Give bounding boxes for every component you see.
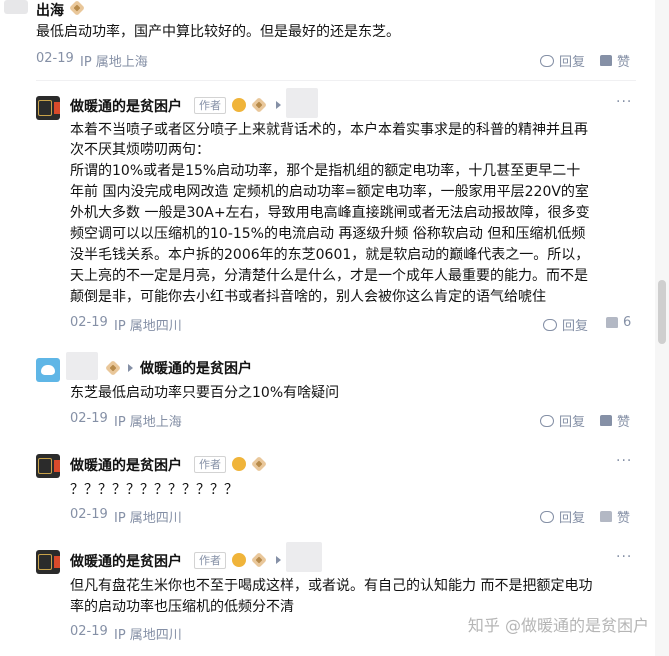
comment-text-line: 天上亮的不一定是月亮，分清楚什么是什么，才是一个成年人最重要的能力。而不是 [70, 268, 588, 284]
like-button[interactable]: 6 [606, 315, 631, 330]
creator-badge-icon [69, 0, 85, 16]
reply-icon [543, 318, 557, 331]
comment-text-line: 最低启动功率，国产中算比较好的。但是最好的还是东芝。 [36, 24, 400, 40]
comment-ip-location: IP 属地四川 [114, 628, 182, 643]
creator-badge-icon [251, 552, 267, 568]
avatar[interactable] [4, 0, 28, 14]
thumbs-up-icon [606, 317, 618, 328]
comment-text-line: 东芝最低启动功率只要百分之10%有啥疑问 [70, 385, 340, 401]
zhihu-watermark: 知乎 @做暖通的是贫困户 [467, 616, 649, 635]
like-button[interactable]: 赞 [600, 51, 630, 70]
reply-to-name[interactable]: 做暖通的是贫困户 [140, 358, 252, 378]
avatar[interactable] [36, 550, 60, 574]
comment-date: 02-19 [70, 315, 108, 330]
comment-date: 02-19 [70, 507, 108, 522]
more-options-icon[interactable]: ··· [616, 453, 632, 469]
thumbs-up-icon [600, 415, 612, 426]
reply-arrow-icon [128, 364, 133, 372]
blurred-user [66, 352, 98, 380]
creator-badge-icon [251, 456, 267, 472]
comment-date: 02-19 [36, 51, 74, 66]
author-tag: 作者 [194, 97, 226, 114]
reply-icon [540, 510, 554, 523]
comment-text-line: 没半毛钱关系。本户拆的2006年的东芝0601，就是软启动的巅峰代表之一。所以， [70, 247, 590, 263]
reply-arrow-icon [276, 101, 281, 109]
comment-text-line: 本着不当喷子或者区分喷子上来就背话术的，本户本着实事求是的科普的精神并且再 [70, 122, 588, 138]
like-count: 6 [623, 315, 632, 330]
gold-badge-icon [232, 457, 246, 471]
comment-text-line: 外机大多数 一般是30A+左右，导致用电高峰直接跳闸或者无法启动报故障，很多变 [70, 205, 590, 221]
like-button[interactable]: 赞 [600, 411, 630, 430]
scrollbar[interactable] [655, 0, 669, 656]
comment-text-line: 颠倒是非，可能你去小红书或者抖音啥的，别人会被你这么肯定的语气给唬住 [70, 289, 546, 305]
author-tag: 作者 [194, 456, 226, 473]
comment-text-line: 频空调可以以压缩机的10-15%的电流启动 再逐级升频 俗称软启动 但和压缩机低… [70, 226, 586, 242]
comment-author-name[interactable]: 出海 [36, 0, 64, 20]
comment-author-name[interactable]: 做暖通的是贫困户 [70, 96, 182, 116]
reply-icon [540, 414, 554, 427]
reply-button[interactable]: 回复 [540, 51, 585, 70]
comment-text-line: 所谓的10%或者是15%启动功率，那个是指机组的额定电功率，十几甚至更早二十 [70, 163, 581, 179]
comment-ip-location: IP 属地四川 [114, 319, 182, 334]
like-label: 赞 [617, 415, 631, 430]
comment-ip-location: IP 属地上海 [80, 55, 148, 70]
gold-badge-icon [232, 553, 246, 567]
comment-text-line: 次不厌其烦唠叨两句： [70, 142, 210, 158]
blurred-user [286, 542, 322, 572]
like-button[interactable]: 赞 [600, 507, 630, 526]
blurred-user [286, 88, 318, 118]
like-label: 赞 [617, 511, 631, 526]
author-tag: 作者 [194, 552, 226, 569]
thumbs-up-icon [600, 511, 612, 522]
comment-date: 02-19 [70, 624, 108, 639]
reply-arrow-icon [276, 556, 281, 564]
scrollbar-thumb[interactable] [658, 280, 666, 344]
gold-badge-icon [232, 98, 246, 112]
comment-text-line: ？？？？？？？？？？？？ [70, 482, 238, 498]
reply-button[interactable]: 回复 [540, 507, 585, 526]
avatar[interactable] [36, 454, 60, 478]
comment-author-name[interactable]: 做暖通的是贫困户 [70, 455, 182, 475]
comment-text-line: 率的启动功率也压缩机的低频分不清 [70, 599, 294, 615]
creator-badge-icon [251, 97, 267, 113]
more-options-icon[interactable]: ··· [616, 549, 632, 565]
reply-label: 回复 [559, 511, 586, 526]
reply-label: 回复 [559, 55, 586, 70]
creator-badge-icon [105, 360, 121, 376]
comment-text-line: 年前 国内没完成电网改造 定频机的启动功率=额定电功率，一般家用平层220V的室 [70, 184, 589, 200]
more-options-icon[interactable]: ··· [616, 94, 632, 110]
comment-author-name[interactable]: 做暖通的是贫困户 [70, 551, 182, 571]
comment-ip-location: IP 属地上海 [114, 415, 182, 430]
avatar[interactable] [36, 96, 60, 120]
comment-text-line: 但凡有盘花生米你也不至于喝成这样，或者说。有自己的认知能力 而不是把额定电功 [70, 578, 593, 594]
reply-label: 回复 [562, 319, 589, 334]
reply-button[interactable]: 回复 [540, 411, 585, 430]
like-label: 赞 [617, 55, 631, 70]
thumbs-up-icon [600, 55, 612, 66]
avatar[interactable] [36, 358, 60, 382]
comment-date: 02-19 [70, 411, 108, 426]
reply-icon [540, 54, 554, 67]
reply-label: 回复 [559, 415, 586, 430]
comment-ip-location: IP 属地四川 [114, 511, 182, 526]
divider [36, 80, 636, 81]
reply-button[interactable]: 回复 [543, 315, 588, 334]
